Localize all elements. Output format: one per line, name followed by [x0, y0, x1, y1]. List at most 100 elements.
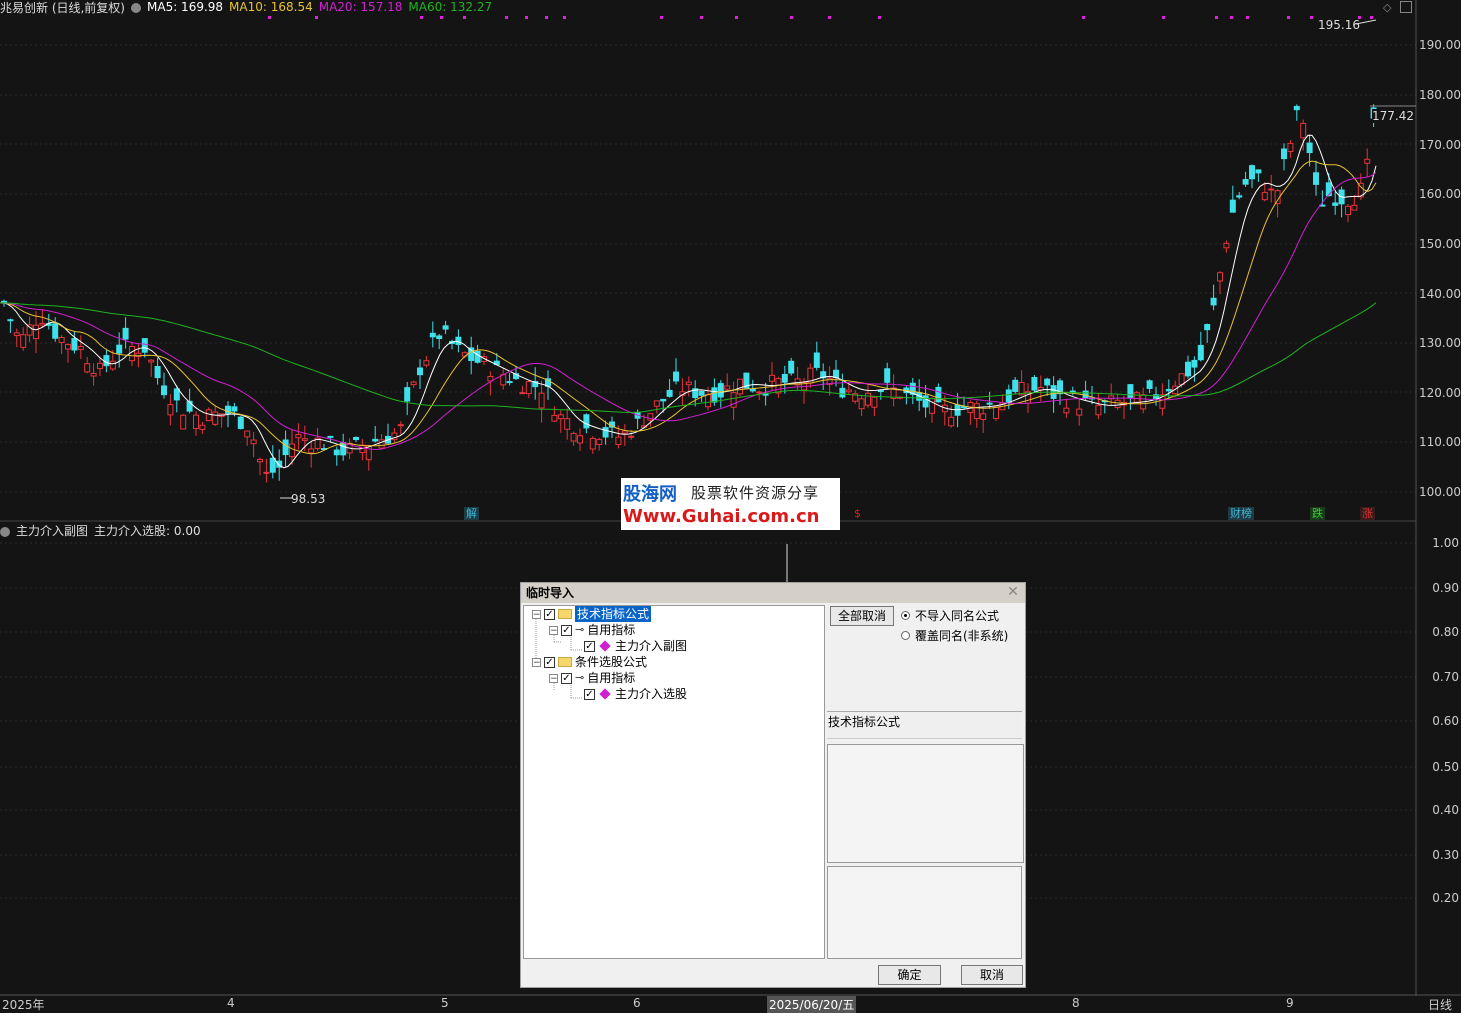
signal-dot: [828, 16, 831, 19]
sub-axis-label: 0.80: [1432, 625, 1459, 639]
candle-body: [161, 385, 167, 396]
tree-label: 主力介入副图: [615, 639, 688, 653]
tree-node-screening[interactable]: ✓ 主力介入选股: [584, 686, 687, 702]
radio-overwrite[interactable]: 覆盖同名(非系统): [901, 627, 1008, 644]
candle-body: [231, 406, 238, 412]
candle-body: [1095, 404, 1102, 416]
candle-body: [263, 471, 270, 474]
sub-settings-dot-icon[interactable]: [0, 526, 10, 537]
candle-body: [986, 402, 993, 405]
candle-body: [788, 360, 795, 374]
candle-body: [1249, 165, 1255, 180]
candle-body: [154, 366, 161, 379]
radio-selected-icon[interactable]: [901, 611, 910, 620]
signal-dot: [1082, 16, 1085, 19]
ok-button[interactable]: 确定: [878, 965, 941, 985]
description-label: 技术指标公式: [827, 711, 1022, 739]
candle-body: [84, 363, 91, 373]
candle-body: [52, 323, 59, 339]
price-axis-label: 160.00: [1419, 187, 1461, 201]
signal-dot: [878, 16, 881, 19]
folder-icon: [558, 609, 572, 619]
formula-tree[interactable]: − ✓ 技术指标公式 − ✓ ⊸ 自用指标 ✓ 主力介入副图 − ✓ 条件选股公…: [523, 605, 825, 959]
candle-body: [282, 439, 289, 456]
clear-all-button[interactable]: 全部取消: [830, 606, 894, 626]
sub-chart-legend: 主力介入副图 主力介入选股: 0.00: [0, 522, 201, 539]
checkbox-checked[interactable]: ✓: [544, 608, 555, 620]
marker-fall[interactable]: 跌: [1310, 507, 1325, 520]
radio-unselected-icon[interactable]: [901, 631, 910, 640]
signal-dot: [735, 16, 738, 19]
marker-unlock[interactable]: 解: [464, 507, 479, 520]
date-label-may: 5: [441, 996, 449, 1010]
checkbox-checked[interactable]: ✓: [584, 688, 595, 700]
signal-dot: [463, 16, 466, 19]
ma60-label: MA60: 132.27: [408, 0, 493, 14]
tree-label: 条件选股公式: [575, 655, 648, 669]
watermark-subtitle: 股票软件资源分享: [691, 484, 820, 502]
sub-axis-label: 0.90: [1432, 581, 1459, 595]
candle-body: [1178, 373, 1185, 385]
close-icon[interactable]: ✕: [1005, 584, 1021, 600]
cancel-button[interactable]: 取消: [961, 965, 1023, 985]
candle-body: [244, 430, 251, 438]
candle-body: [1044, 378, 1051, 386]
candle-body: [1268, 188, 1275, 191]
date-label-aug: 8: [1072, 996, 1080, 1010]
import-dialog: 临时导入 ✕ − ✓ 技术指标公式 − ✓ ⊸ 自用指标 ✓ 主力介入副图 − …: [520, 582, 1026, 988]
tree-node-sub-chart[interactable]: ✓ 主力介入副图: [584, 638, 687, 654]
period-label[interactable]: 日线: [1428, 996, 1452, 1013]
candle-body: [865, 392, 871, 406]
candle-body: [583, 414, 590, 429]
tree-node-screening-formula[interactable]: − ✓ 条件选股公式: [532, 654, 647, 670]
marker-rise[interactable]: 涨: [1360, 507, 1375, 520]
signal-dot: [315, 16, 318, 19]
candle-body: [1229, 199, 1236, 213]
signal-dot: [700, 16, 703, 19]
checkbox-checked[interactable]: ✓: [544, 656, 555, 668]
ma5-label: MA5: 169.98: [147, 0, 224, 14]
watermark-title: 股海网: [623, 484, 677, 505]
candle-body: [122, 327, 129, 340]
candle-body: [301, 438, 308, 441]
candle-body: [1197, 344, 1204, 361]
collapse-icon[interactable]: −: [532, 609, 541, 619]
candle-body: [417, 367, 423, 376]
tree-label: 自用指标: [587, 623, 636, 637]
candle-body: [39, 322, 46, 326]
checkbox-checked[interactable]: ✓: [561, 672, 572, 684]
stock-title[interactable]: 兆易创新 (日线,前复权): [0, 0, 125, 16]
candle-body: [519, 392, 526, 395]
candle-body: [257, 458, 263, 463]
collapse-icon[interactable]: −: [532, 657, 541, 667]
tree-label: 自用指标: [587, 671, 636, 685]
candle-body: [1012, 379, 1019, 392]
candle-body: [58, 337, 65, 344]
tree-node-tech-formula[interactable]: − ✓ 技术指标公式: [532, 606, 652, 622]
date-label-sep: 9: [1286, 996, 1294, 1010]
candle-body: [1185, 361, 1191, 377]
tree-node-custom-indicator-2[interactable]: − ✓ ⊸ 自用指标: [549, 670, 635, 686]
watermark-logo: 股海网 股票软件资源分享 Www.Guhai.com.cn: [621, 478, 840, 530]
window-restore-icon[interactable]: [1400, 1, 1412, 13]
date-label-apr: 4: [227, 996, 235, 1010]
checkbox-checked[interactable]: ✓: [584, 640, 595, 652]
price-axis-label: 110.00: [1419, 435, 1461, 449]
candle-body: [1063, 407, 1070, 414]
collapse-icon[interactable]: −: [549, 625, 558, 635]
candle-body: [884, 368, 891, 383]
radio-skip-duplicates[interactable]: 不导入同名公式: [901, 607, 999, 624]
candle-body: [1133, 392, 1140, 403]
settings-dot-icon[interactable]: [131, 3, 141, 13]
expand-icon[interactable]: ◇: [1383, 1, 1391, 14]
tree-node-custom-indicator[interactable]: − ✓ ⊸ 自用指标: [549, 622, 635, 638]
candle-body: [109, 360, 116, 370]
candle-body: [237, 416, 244, 429]
checkbox-checked[interactable]: ✓: [561, 624, 572, 636]
marker-dollar[interactable]: $: [852, 507, 863, 520]
candle-body: [660, 398, 667, 402]
candle-body: [781, 373, 788, 383]
sub-chart-name[interactable]: 主力介入副图: [16, 522, 88, 539]
collapse-icon[interactable]: −: [549, 673, 558, 683]
marker-finance[interactable]: 财榜: [1228, 507, 1254, 520]
